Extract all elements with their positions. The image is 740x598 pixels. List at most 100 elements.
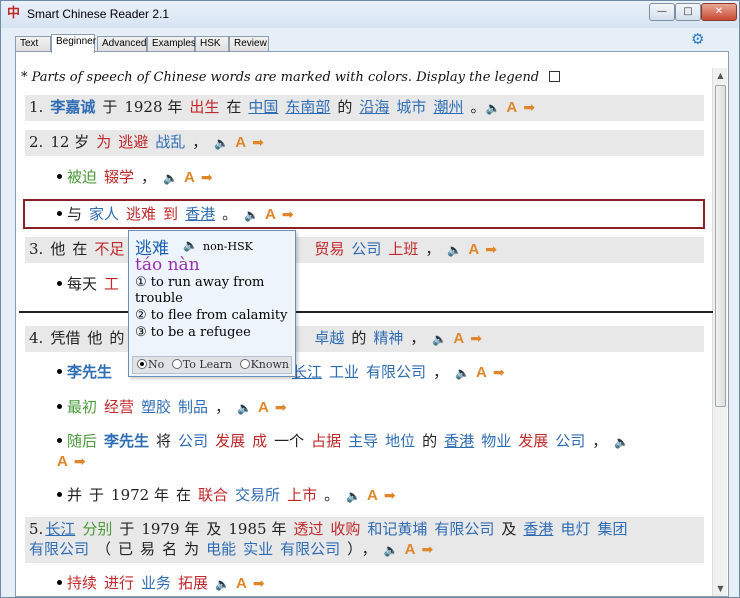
word[interactable]: 1972 xyxy=(111,486,149,504)
tab-review[interactable]: Review xyxy=(229,36,269,52)
word[interactable]: 。 xyxy=(470,98,485,116)
word[interactable]: 12 xyxy=(50,133,69,151)
speaker-icon[interactable]: 🔈 xyxy=(455,366,470,380)
word[interactable]: 业务 xyxy=(141,574,171,592)
word[interactable]: 上班 xyxy=(388,240,418,258)
word[interactable]: 于 xyxy=(119,520,134,538)
speaker-icon[interactable]: 🔈 xyxy=(447,243,462,257)
word[interactable]: 于 xyxy=(102,98,117,116)
word[interactable]: 集团 xyxy=(597,520,627,538)
annotate-button[interactable]: A xyxy=(367,487,378,504)
word[interactable]: 塑胶 xyxy=(141,398,171,416)
word[interactable]: 有限公司 xyxy=(434,520,494,538)
word[interactable]: 及 xyxy=(206,520,221,538)
word[interactable]: 的 xyxy=(109,329,124,347)
speaker-icon[interactable]: 🔈 xyxy=(384,543,399,557)
word[interactable]: 精神 xyxy=(373,329,403,347)
word[interactable]: 有限公司 xyxy=(29,540,89,558)
word[interactable]: 公司 xyxy=(351,240,381,258)
word[interactable]: 收购 xyxy=(330,520,360,538)
arrow-right-icon[interactable]: ➡ xyxy=(275,400,287,416)
word[interactable]: 他 xyxy=(87,329,102,347)
word[interactable]: 透过 xyxy=(293,520,323,538)
word[interactable]: 已 xyxy=(118,540,133,558)
word[interactable]: 为 xyxy=(96,133,111,151)
word[interactable]: 1985 xyxy=(228,520,266,538)
word[interactable]: 公司 xyxy=(555,432,585,450)
word[interactable]: 将 xyxy=(156,432,171,450)
word[interactable]: 成 xyxy=(252,432,267,450)
arrow-right-icon[interactable]: ➡ xyxy=(421,542,433,558)
popup-speaker-icon[interactable]: 🔈 xyxy=(183,238,198,252)
word[interactable]: 实业 xyxy=(243,540,273,558)
annotate-button[interactable]: A xyxy=(184,169,195,186)
word[interactable]: 有限公司 xyxy=(280,540,340,558)
word[interactable]: 沿海 xyxy=(359,98,389,116)
word[interactable]: 电能 xyxy=(206,540,236,558)
scroll-thumb[interactable] xyxy=(715,85,726,407)
word[interactable]: 贸易 xyxy=(314,240,344,258)
word[interactable]: 逃避 xyxy=(118,133,148,151)
word[interactable]: 中国 xyxy=(248,98,278,116)
arrow-right-icon[interactable]: ➡ xyxy=(201,170,213,186)
word[interactable]: 经营 xyxy=(104,398,134,416)
word[interactable]: 物业 xyxy=(481,432,511,450)
word[interactable]: 岁 xyxy=(74,133,89,151)
tab-beginner[interactable]: Beginner xyxy=(51,34,96,53)
word[interactable]: 年 xyxy=(167,98,182,116)
word[interactable]: 工业 xyxy=(329,363,359,381)
word[interactable]: 电灯 xyxy=(560,520,590,538)
word[interactable]: 李先生 xyxy=(104,432,149,450)
word[interactable]: ， xyxy=(362,540,377,558)
word[interactable]: ， xyxy=(192,133,207,151)
word[interactable]: 的 xyxy=(422,432,437,450)
word[interactable]: 东南部 xyxy=(285,98,330,116)
word[interactable]: 出生 xyxy=(189,98,219,116)
annotate-button[interactable]: A xyxy=(258,399,269,416)
word[interactable]: 分别 xyxy=(82,520,112,538)
word[interactable]: 凭借 xyxy=(50,329,80,347)
tab-examples[interactable]: Examples xyxy=(147,36,196,52)
arrow-right-icon[interactable]: ➡ xyxy=(470,331,482,347)
word[interactable]: 战乱 xyxy=(155,133,185,151)
word[interactable]: 每天 xyxy=(67,275,97,293)
word[interactable]: 发展 xyxy=(215,432,245,450)
annotate-button[interactable]: A xyxy=(235,134,246,151)
word[interactable]: 易 xyxy=(140,540,155,558)
word[interactable]: 潮州 xyxy=(433,98,463,116)
tab-hsk[interactable]: HSK xyxy=(195,36,229,52)
word[interactable]: 交易所 xyxy=(235,486,280,504)
annotate-button[interactable]: A xyxy=(265,206,276,223)
tab-text[interactable]: Text xyxy=(15,36,51,52)
annotate-button[interactable]: A xyxy=(476,364,487,381)
word[interactable]: 拓展 xyxy=(178,574,208,592)
word[interactable]: 逃难 xyxy=(126,205,156,223)
word[interactable]: 及 xyxy=(501,520,516,538)
word[interactable]: 主导 xyxy=(348,432,378,450)
word[interactable]: 发展 xyxy=(518,432,548,450)
word[interactable]: ， xyxy=(410,329,425,347)
word[interactable]: 到 xyxy=(163,205,178,223)
word[interactable]: 不足 xyxy=(94,240,124,258)
word[interactable]: 香港 xyxy=(185,205,215,223)
annotate-button[interactable]: A xyxy=(236,575,247,592)
word[interactable]: 一个 xyxy=(274,432,304,450)
word[interactable]: ， xyxy=(592,432,607,450)
word[interactable]: 在 xyxy=(226,98,241,116)
maximize-button[interactable]: □ xyxy=(675,3,701,21)
word[interactable]: 为 xyxy=(184,540,199,558)
word[interactable]: 占据 xyxy=(311,432,341,450)
word[interactable]: 工 xyxy=(104,275,119,293)
word[interactable]: 长江 xyxy=(292,363,322,381)
annotate-button[interactable]: A xyxy=(468,241,479,258)
word[interactable]: 香港 xyxy=(444,432,474,450)
radio-known[interactable] xyxy=(239,359,250,369)
scroll-up-icon[interactable]: ▲ xyxy=(713,68,728,83)
word[interactable]: ， xyxy=(425,240,440,258)
speaker-icon[interactable]: 🔈 xyxy=(237,401,252,415)
word[interactable]: 他 xyxy=(50,240,65,258)
word[interactable]: ， xyxy=(141,168,156,186)
arrow-right-icon[interactable]: ➡ xyxy=(253,576,265,592)
tab-advanced[interactable]: Advanced xyxy=(97,36,147,52)
word[interactable]: 1928 xyxy=(124,98,162,116)
